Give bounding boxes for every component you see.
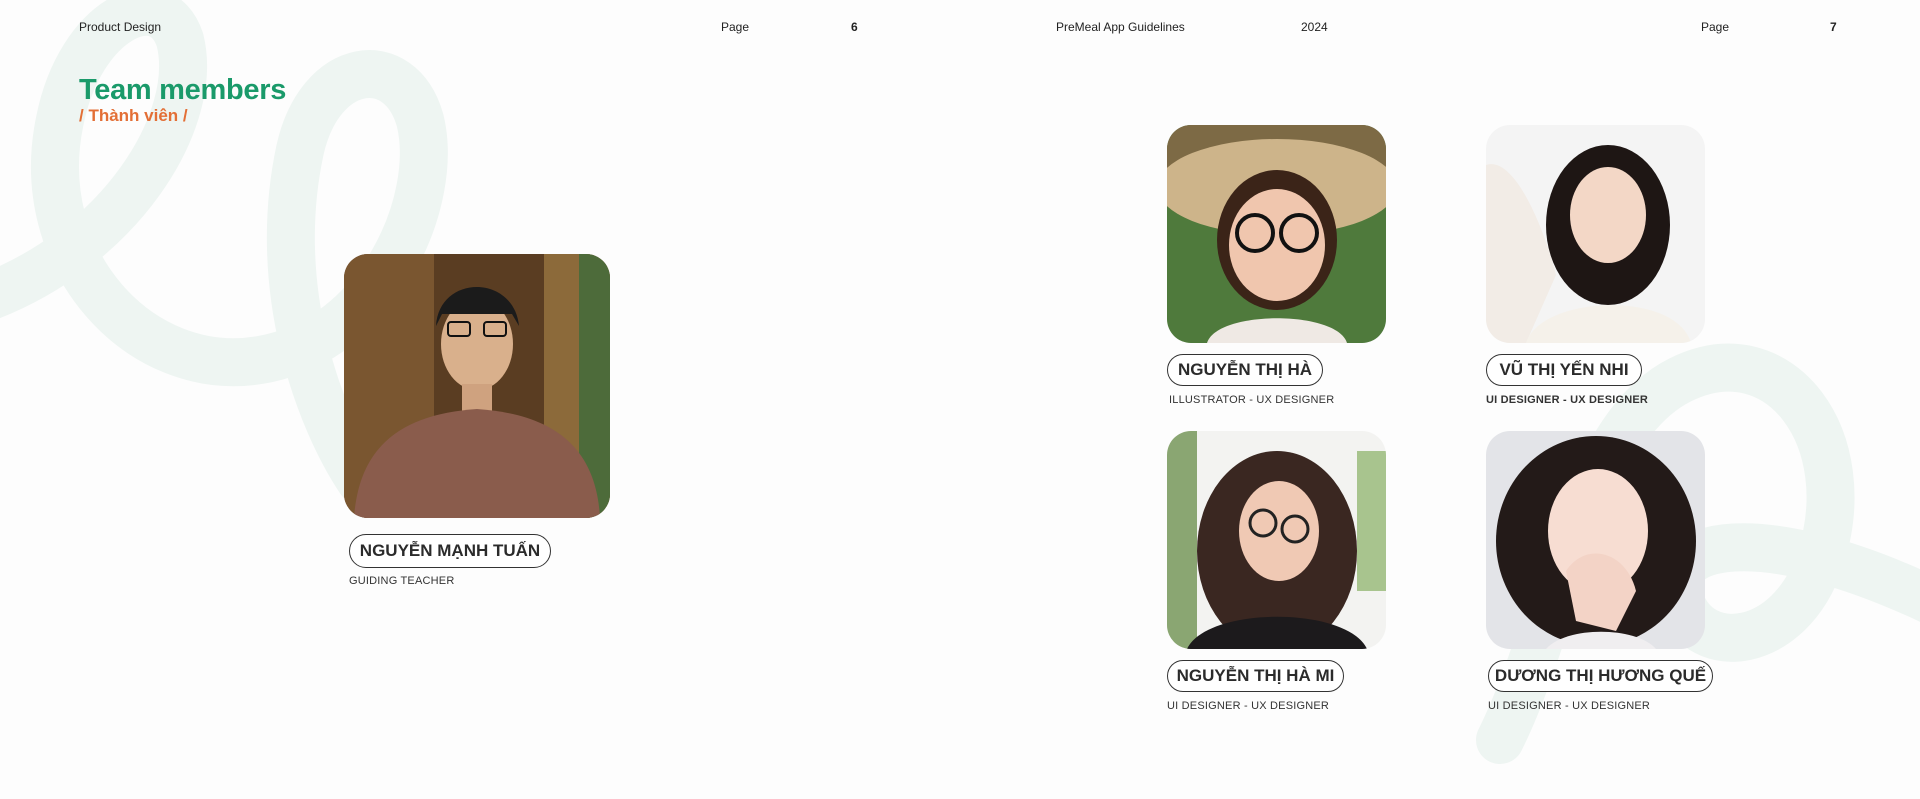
section-subtitle: / Thành viên /	[79, 106, 188, 125]
page-label-left: Page	[721, 20, 750, 34]
member-role-3: UI DESIGNER - UX DESIGNER	[1167, 700, 1330, 712]
doc-year: 2024	[1301, 20, 1328, 34]
teacher-role: GUIDING TEACHER	[349, 575, 455, 587]
header-left-title: Product Design	[79, 20, 162, 34]
member-role-1: ILLUSTRATOR - UX DESIGNER	[1169, 394, 1335, 406]
page-number-right: 7	[1830, 20, 1837, 34]
member-name-pill-4: DƯƠNG THỊ HƯƠNG QUẾ	[1488, 660, 1713, 692]
member-name-pill-1: NGUYỄN THỊ HÀ	[1167, 354, 1323, 386]
section-title: Team members	[79, 74, 287, 106]
member-name-pill-3: NGUYỄN THỊ HÀ MI	[1167, 660, 1344, 692]
page-number-left: 6	[851, 20, 858, 34]
page-label-right: Page	[1701, 20, 1730, 34]
member-photo-1	[1167, 125, 1386, 343]
member-role-4: UI DESIGNER - UX DESIGNER	[1488, 700, 1651, 712]
member-photo-2	[1486, 125, 1705, 343]
doc-title: PreMeal App Guidelines	[1056, 20, 1185, 34]
member-photo-4	[1486, 431, 1705, 649]
teacher-photo	[344, 254, 610, 518]
member-name-pill-2: VŨ THỊ YẾN NHI	[1486, 354, 1642, 386]
teacher-name-pill: NGUYỄN MẠNH TUẤN	[349, 534, 551, 568]
member-role-2: UI DESIGNER - UX DESIGNER	[1486, 394, 1649, 406]
member-photo-3	[1167, 431, 1386, 649]
